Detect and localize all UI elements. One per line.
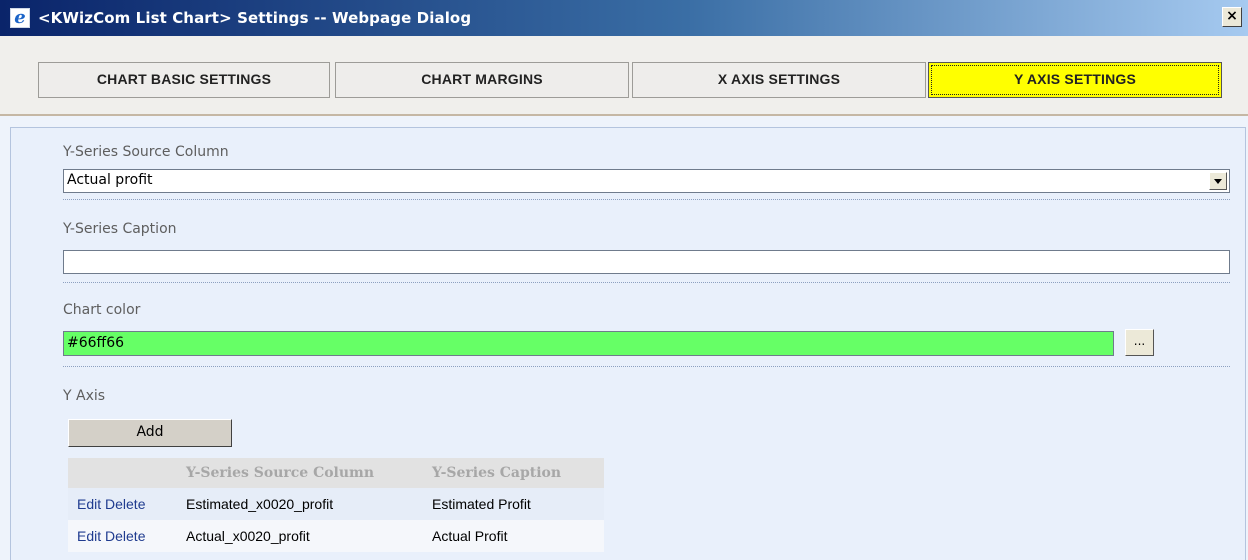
table-row: Edit Delete Estimated_x0020_profit Estim… [68,488,604,520]
table-header-source: Y-Series Source Column [186,458,432,488]
source-column-value: Actual profit [67,172,153,188]
table-header-actions [68,458,186,488]
tab-chart-basic-settings[interactable]: CHART BASIC SETTINGS [38,62,330,98]
chart-color-label: Chart color [63,302,141,318]
divider [63,282,1230,283]
divider [63,199,1230,200]
add-button[interactable]: Add [68,419,232,447]
color-picker-button[interactable]: ... [1125,329,1154,356]
edit-link[interactable]: Edit [77,528,101,544]
caption-input[interactable] [63,250,1230,274]
row-caption: Estimated Profit [432,488,604,520]
y-axis-table: Y-Series Source Column Y-Series Caption … [68,458,604,552]
ie-icon: e [10,7,30,28]
source-column-label: Y-Series Source Column [63,144,229,160]
dialog-window: e <KWizCom List Chart> Settings -- Webpa… [0,0,1248,560]
row-actions: Edit Delete [68,520,186,552]
row-source: Estimated_x0020_profit [186,488,432,520]
ie-icon-glyph: e [14,7,26,28]
table-header-row: Y-Series Source Column Y-Series Caption [68,458,604,488]
tab-chart-margins[interactable]: CHART MARGINS [335,62,629,98]
y-axis-label: Y Axis [63,388,106,404]
delete-link[interactable]: Delete [105,528,145,544]
caption-label: Y-Series Caption [63,221,177,237]
tab-y-axis-settings[interactable]: Y AXIS SETTINGS [928,62,1222,98]
title-bar[interactable]: e <KWizCom List Chart> Settings -- Webpa… [0,0,1248,36]
dropdown-arrow-icon[interactable] [1209,172,1227,190]
table-header-caption: Y-Series Caption [432,458,604,488]
row-source: Actual_x0020_profit [186,520,432,552]
row-caption: Actual Profit [432,520,604,552]
close-button[interactable]: × [1222,7,1242,27]
chart-color-input[interactable]: #66ff66 [63,331,1114,356]
divider [63,366,1230,367]
tab-strip: CHART BASIC SETTINGS CHART MARGINS X AXI… [0,36,1248,116]
row-actions: Edit Delete [68,488,186,520]
edit-link[interactable]: Edit [77,496,101,512]
delete-link[interactable]: Delete [105,496,145,512]
window-title: <KWizCom List Chart> Settings -- Webpage… [38,9,472,27]
table-row: Edit Delete Actual_x0020_profit Actual P… [68,520,604,552]
source-column-select[interactable]: Actual profit [63,169,1230,193]
tab-x-axis-settings[interactable]: X AXIS SETTINGS [632,62,926,98]
